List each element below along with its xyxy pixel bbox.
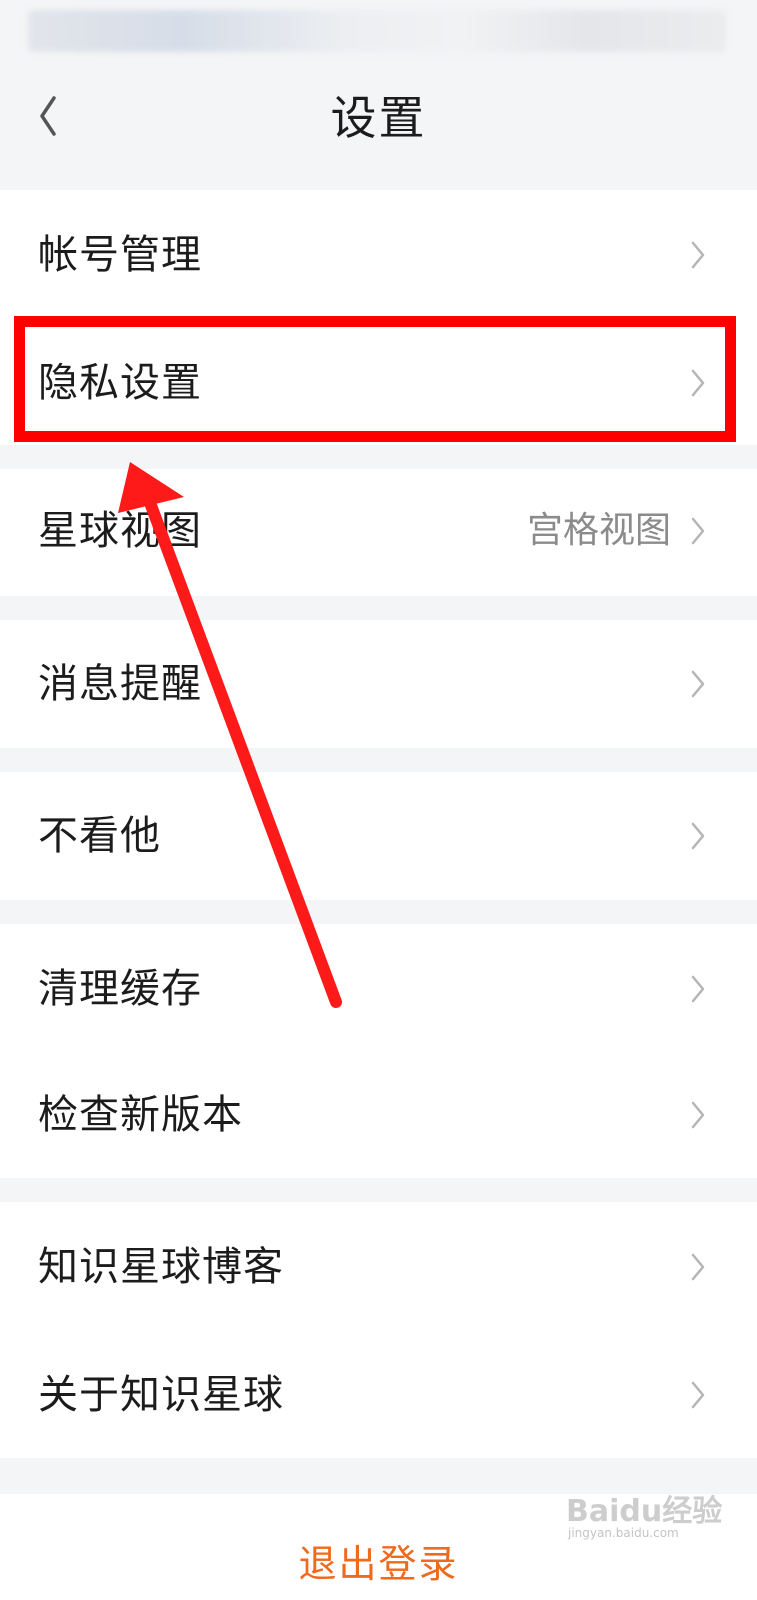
settings-row-block-user[interactable]: 不看他: [0, 772, 757, 900]
row-label: 检查新版本: [38, 1092, 243, 1138]
chevron-right-icon: [691, 1253, 705, 1281]
row-label: 清理缓存: [38, 966, 202, 1012]
baidu-watermark: Baidu经验 jingyan.baidu.com: [566, 1486, 726, 1546]
settings-group-block: 不看他: [0, 772, 757, 900]
settings-row-about[interactable]: 关于知识星球: [0, 1330, 757, 1460]
chevron-right-icon: [691, 670, 705, 698]
page-title: 设置: [330, 91, 427, 145]
chevron-right-icon: [691, 517, 705, 545]
settings-row-blog[interactable]: 知识星球博客: [0, 1202, 757, 1332]
status-bar: [28, 10, 726, 52]
row-label: 隐私设置: [38, 360, 202, 406]
row-label: 知识星球博客: [38, 1244, 284, 1290]
settings-row-notifications[interactable]: 消息提醒: [0, 620, 757, 748]
chevron-right-icon: [691, 975, 705, 1003]
watermark-url: jingyan.baidu.com: [568, 1526, 679, 1540]
settings-group-notifications: 消息提醒: [0, 620, 757, 748]
settings-row-clear-cache[interactable]: 清理缓存: [0, 924, 757, 1054]
chevron-right-icon: [691, 1101, 705, 1129]
navigation-bar: 设置: [0, 60, 757, 190]
row-label: 星球视图: [38, 508, 202, 554]
chevron-right-icon: [691, 241, 705, 269]
row-label: 消息提醒: [38, 661, 202, 707]
chevron-right-icon: [691, 822, 705, 850]
settings-row-account-management[interactable]: 帐号管理: [0, 190, 757, 320]
settings-row-privacy[interactable]: 隐私设置: [0, 318, 757, 448]
row-label: 不看他: [38, 813, 161, 859]
settings-group-account: 帐号管理 隐私设置 星球视图 宫格视图: [0, 190, 757, 596]
watermark-brand: Baidu经验: [566, 1494, 723, 1529]
settings-row-planet-view[interactable]: 星球视图 宫格视图: [0, 466, 757, 596]
chevron-right-icon: [691, 369, 705, 397]
row-label: 关于知识星球: [38, 1372, 284, 1418]
settings-group-about: 知识星球博客 关于知识星球: [0, 1202, 757, 1458]
row-label: 帐号管理: [38, 232, 202, 278]
settings-row-check-update[interactable]: 检查新版本: [0, 1050, 757, 1180]
chevron-right-icon: [691, 1381, 705, 1409]
row-value: 宫格视图: [526, 510, 671, 551]
settings-group-maintenance: 清理缓存 检查新版本: [0, 924, 757, 1178]
